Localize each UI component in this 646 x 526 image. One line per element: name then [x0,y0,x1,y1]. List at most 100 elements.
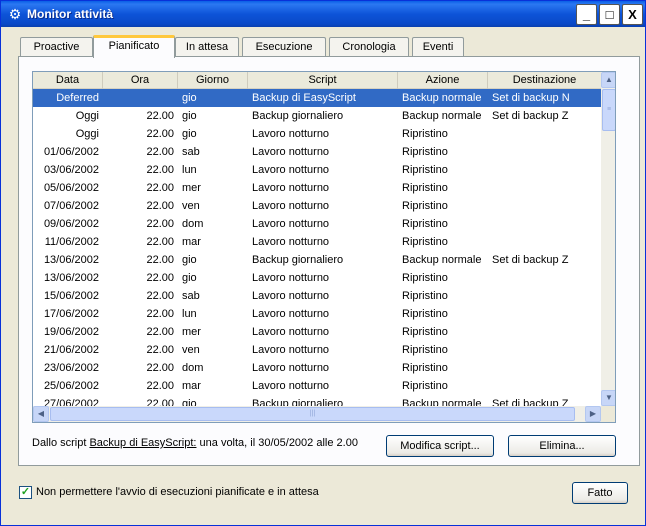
cell-giorno: dom [182,218,204,230]
gear-icon: ⚙ [8,6,22,22]
cell-dest [492,179,599,197]
cell-script: Lavoro notturno [252,326,330,338]
cell-giorno: mer [182,326,201,338]
table-row[interactable]: 23/06/2002 22.00 dom Lavoro notturno Riprist… [33,359,601,377]
cell-script: Lavoro notturno [252,182,330,194]
cell-giorno: gio [182,128,197,140]
cell-ora: 22.00 [146,236,174,248]
minimize-button[interactable]: _ [576,4,597,25]
info-prefix: Dallo script [32,437,87,449]
cell-giorno: lun [182,308,197,320]
cell-dest: Set di backup N [492,92,570,104]
cell-script: Lavoro notturno [252,272,330,284]
cell-script: Lavoro notturno [252,236,330,248]
cell-ora: 22.00 [146,344,174,356]
disable-schedule-checkbox[interactable]: ✓ [19,486,32,499]
modify-script-button[interactable]: Modifica script... [386,435,494,457]
cell-dest: Set di backup Z [492,398,569,406]
scroll-right-icon[interactable]: ▶ [585,406,601,422]
table-row[interactable]: 07/06/2002 22.00 ven Lavoro notturno Riprist… [33,197,601,215]
maximize-button[interactable]: □ [599,4,620,25]
table-row[interactable]: 05/06/2002 22.00 mer Lavoro notturno Riprist… [33,179,601,197]
activity-monitor-window: ⚙ Monitor attività _ □ X Proactive Piani… [0,0,646,526]
cell-azione: Ripristino [402,290,448,302]
horizontal-scroll-thumb[interactable]: ||| [50,407,575,421]
table-row[interactable]: Deferred gio Backup di EasyScript Backup no… [33,89,601,107]
scroll-left-icon[interactable]: ◀ [33,406,49,422]
scroll-up-icon[interactable]: ▲ [601,72,615,88]
cell-ora: 22.00 [146,200,174,212]
table-row[interactable]: 21/06/2002 22.00 ven Lavoro notturno Riprist… [33,341,601,359]
cell-ora: 22.00 [146,308,174,320]
tab-eventi[interactable]: Eventi [412,37,464,57]
cell-giorno: gio [182,110,197,122]
script-link[interactable]: Backup di EasyScript: [89,437,196,449]
cell-dest [492,323,599,341]
cell-dest [492,341,599,359]
column-header-ora[interactable]: Ora [103,72,178,89]
column-header-data[interactable]: Data [33,72,103,89]
column-header-script[interactable]: Script [248,72,398,89]
column-header-azione[interactable]: Azione [398,72,488,89]
cell-giorno: mer [182,182,201,194]
table-row[interactable]: 09/06/2002 22.00 dom Lavoro notturno Riprist… [33,215,601,233]
cell-script: Backup giornaliero [252,398,344,406]
tab-pianificato[interactable]: Pianificato [93,35,175,58]
table-row[interactable]: Oggi 22.00 gio Lavoro notturno Ripristino [33,125,601,143]
column-header-giorno[interactable]: Giorno [178,72,248,89]
cell-ora: 22.00 [146,164,174,176]
cell-data: Deferred [56,92,99,104]
vertical-scroll-thumb[interactable]: ≡ [602,89,615,131]
scroll-down-icon[interactable]: ▼ [601,390,615,406]
scheduled-panel: Data Ora Giorno Script Azione Destinazio… [18,56,640,466]
table-row[interactable]: 13/06/2002 22.00 gio Lavoro notturno Riprist… [33,269,601,287]
cell-azione: Ripristino [402,236,448,248]
tab-proactive[interactable]: Proactive [20,37,93,57]
title-bar[interactable]: ⚙ Monitor attività _ □ X [1,1,645,27]
table-row[interactable]: 01/06/2002 22.00 sab Lavoro notturno Riprist… [33,143,601,161]
cell-azione: Ripristino [402,164,448,176]
table-row[interactable]: Oggi 22.00 gio Backup giornaliero Backup nor… [33,107,601,125]
cell-script: Lavoro notturno [252,218,330,230]
cell-ora: 22.00 [146,272,174,284]
cell-dest [492,197,599,215]
cell-azione: Ripristino [402,308,448,320]
cell-ora: 22.00 [146,218,174,230]
cell-dest [492,233,599,251]
cell-data: Oggi [75,110,99,122]
info-detail: una volta, il 30/05/2002 alle 2.00 [199,437,358,449]
cell-script: Backup giornaliero [252,110,344,122]
column-header-destinazione[interactable]: Destinazione [488,72,601,89]
schedule-list[interactable]: Data Ora Giorno Script Azione Destinazio… [32,71,616,423]
tab-in-attesa[interactable]: In attesa [175,37,239,57]
table-row[interactable]: 11/06/2002 22.00 mar Lavoro notturno Riprist… [33,233,601,251]
cell-dest [492,125,599,143]
cell-ora: 22.00 [146,326,174,338]
cell-ora [103,89,174,107]
cell-dest [492,161,599,179]
tab-esecuzione[interactable]: Esecuzione [242,37,326,57]
done-button[interactable]: Fatto [572,482,628,504]
close-button[interactable]: X [622,4,643,25]
cell-data: 23/06/2002 [43,362,99,374]
table-row[interactable]: 17/06/2002 22.00 lun Lavoro notturno Riprist… [33,305,601,323]
cell-ora: 22.00 [146,146,174,158]
cell-script: Backup di EasyScript [252,92,356,104]
table-row[interactable]: 25/06/2002 22.00 mar Lavoro notturno Riprist… [33,377,601,395]
tab-cronologia[interactable]: Cronologia [329,37,409,57]
table-row[interactable]: 13/06/2002 22.00 gio Backup giornaliero Back… [33,251,601,269]
table-row[interactable]: 27/06/2002 22.00 gio Backup giornaliero Back… [33,395,601,406]
cell-script: Lavoro notturno [252,290,330,302]
cell-giorno: gio [182,398,197,406]
cell-azione: Backup normale [402,110,482,122]
table-row[interactable]: 03/06/2002 22.00 lun Lavoro notturno Riprist… [33,161,601,179]
disable-schedule-label[interactable]: Non permettere l'avvio di esecuzioni pia… [36,485,319,499]
table-row[interactable]: 15/06/2002 22.00 sab Lavoro notturno Riprist… [33,287,601,305]
table-row[interactable]: 19/06/2002 22.00 mer Lavoro notturno Riprist… [33,323,601,341]
delete-button[interactable]: Elimina... [508,435,616,457]
horizontal-scrollbar[interactable]: ◀ ||| ▶ [33,406,601,422]
cell-azione: Ripristino [402,362,448,374]
cell-azione: Ripristino [402,326,448,338]
cell-script: Lavoro notturno [252,200,330,212]
vertical-scrollbar[interactable]: ▲ ≡ ▼ [601,72,615,406]
